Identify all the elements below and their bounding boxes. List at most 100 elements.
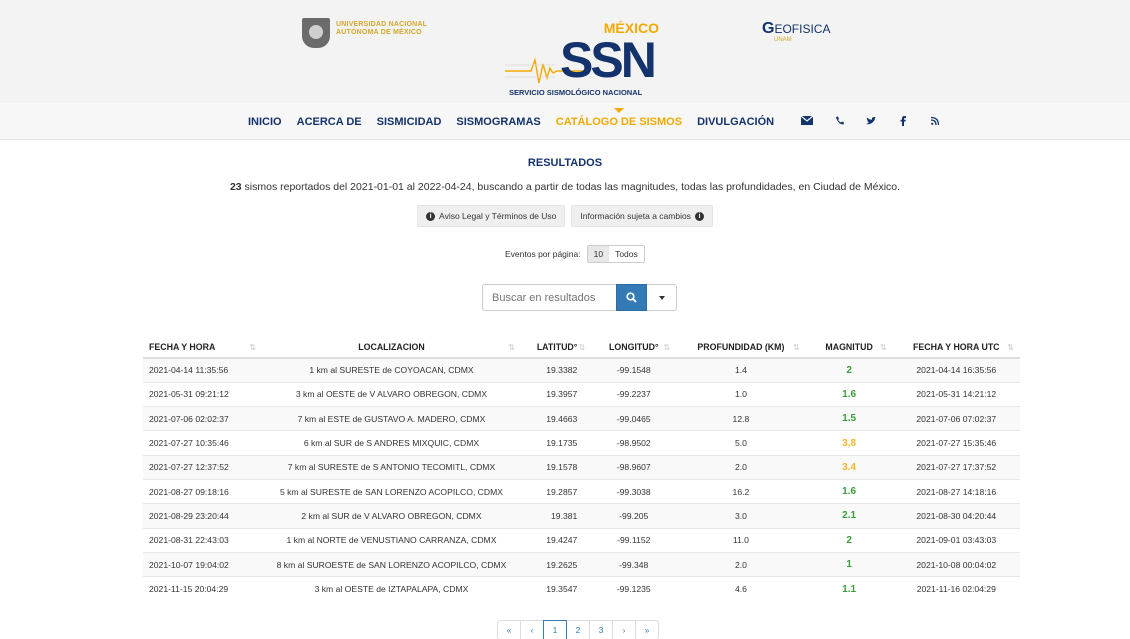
info-changes-label: Información sujeta a cambios xyxy=(580,211,691,221)
cell-localizacion: 1 km al NORTE de VENUSTIANO CARRANZA, CD… xyxy=(262,527,521,553)
pagination-page-2[interactable]: 2 xyxy=(566,620,590,639)
nav-sismogramas[interactable]: SISMOGRAMAS xyxy=(456,116,540,128)
nav-inicio[interactable]: INICIO xyxy=(248,116,282,128)
cell-latitud: 19.1578 xyxy=(520,454,592,480)
cell-latitud: 19.381 xyxy=(520,503,592,529)
cell-magnitud: 1.6 xyxy=(805,381,893,407)
cell-latitud: 19.3957 xyxy=(520,381,592,407)
nav-acerca-de[interactable]: ACERCA DE xyxy=(297,116,362,128)
facebook-icon[interactable] xyxy=(897,115,909,129)
pagination-next-button[interactable]: › xyxy=(612,620,636,639)
cell-magnitud: 1.1 xyxy=(805,576,893,601)
pagination-first-button[interactable]: « xyxy=(497,620,521,639)
ssn-logo[interactable]: MÉXICO SSN SERVICIO SISMOLÓGICO NACIONAL xyxy=(505,20,665,102)
cell-fecha-hora: 2021-07-06 02:02:37 xyxy=(143,406,263,431)
col-magnitud[interactable]: MAGNITUD ⇅ xyxy=(805,337,893,359)
cell-localizacion: 5 km al SURESTE de SAN LORENZO ACOPILCO,… xyxy=(262,478,521,504)
unam-logo[interactable]: UNIVERSIDAD NACIONAL AUTÓNOMA DE MÉXICO xyxy=(302,18,427,48)
pagination-page-1[interactable]: 1 xyxy=(543,620,567,639)
cell-magnitud: 3.8 xyxy=(805,430,893,456)
cell-localizacion: 3 km al OESTE de IZTAPALAPA, CDMX xyxy=(262,576,521,601)
pagination-last-button[interactable]: » xyxy=(635,620,659,639)
table-row: 2021-07-06 02:02:37 7 km al ESTE de GUSTA… xyxy=(143,406,1020,431)
cell-localizacion: 7 km al SURESTE de S ANTONIO TECOMITL, C… xyxy=(262,454,521,480)
results-count: 23 xyxy=(229,181,242,193)
cell-localizacion: 6 km al SUR de S ANDRES MIXQUIC, CDMX xyxy=(262,430,521,456)
cell-fecha-hora-utc: 2021-09-01 03:43:03 xyxy=(892,527,1020,553)
unam-crest-icon xyxy=(302,18,330,48)
cell-fecha-hora: 2021-08-27 09:18:16 xyxy=(143,478,263,504)
notice-buttons: i Aviso Legal y Términos de Uso Informac… xyxy=(0,205,1130,227)
per-page-all-button[interactable]: Todos xyxy=(609,246,644,262)
per-page-10-button[interactable]: 10 xyxy=(587,246,610,262)
col-localizacion[interactable]: LOCALIZACION ⇅ xyxy=(262,337,521,359)
col-longitud[interactable]: LONGITUD° ⇅ xyxy=(591,337,677,359)
rss-icon[interactable] xyxy=(929,116,941,128)
results-summary-text: sismos reportados del 2021-01-01 al 2022… xyxy=(241,181,901,193)
cell-magnitud: 1.6 xyxy=(805,478,893,504)
info-changes-button[interactable]: Información sujeta a cambios i xyxy=(571,205,713,227)
per-page-label: Eventos por página: xyxy=(505,249,581,259)
cell-fecha-hora-utc: 2021-04-14 16:35:56 xyxy=(892,357,1020,383)
col-latitud[interactable]: LATITUD° ⇅ xyxy=(520,337,592,359)
cell-profundidad: 11.0 xyxy=(676,527,806,553)
twitter-icon[interactable] xyxy=(865,116,877,128)
cell-latitud: 19.4663 xyxy=(520,406,592,431)
col-fecha-hora-utc[interactable]: FECHA Y HORA UTC ⇅ xyxy=(892,337,1020,359)
table-row: 2021-07-27 10:35:46 6 km al SUR de S ANDR… xyxy=(143,430,1020,456)
cell-localizacion: 7 km al ESTE de GUSTAVO A. MADERO, CDMX xyxy=(262,406,521,431)
table-row: 2021-07-27 12:37:52 7 km al SURESTE de S … xyxy=(143,454,1020,480)
cell-profundidad: 5.0 xyxy=(676,430,806,456)
sort-icon: ⇅ xyxy=(578,343,586,352)
table-body: 2021-04-14 11:35:56 1 km al SURESTE de CO… xyxy=(143,357,1020,601)
cell-profundidad: 2.0 xyxy=(676,551,806,577)
cell-longitud: -98.9502 xyxy=(591,430,677,456)
phone-icon[interactable] xyxy=(833,116,845,128)
pagination-page-3[interactable]: 3 xyxy=(589,620,613,639)
info-icon: i xyxy=(694,211,704,221)
cell-fecha-hora: 2021-07-27 12:37:52 xyxy=(143,454,263,480)
sort-icon: ⇅ xyxy=(792,343,800,352)
site-header: UNIVERSIDAD NACIONAL AUTÓNOMA DE MÉXICO … xyxy=(0,0,1130,140)
per-page-options: 10 Todos xyxy=(586,245,645,263)
cell-latitud: 19.3547 xyxy=(520,576,592,601)
cell-fecha-hora: 2021-11-15 20:04:29 xyxy=(143,576,263,601)
ssn-wordmark: SSN xyxy=(560,32,657,88)
col-fecha-hora[interactable]: FECHA Y HORA ⇅ xyxy=(143,337,263,359)
cell-fecha-hora-utc: 2021-07-27 15:35:46 xyxy=(892,430,1020,456)
cell-localizacion: 3 km al OESTE de V ALVARO OBREGON, CDMX xyxy=(262,381,521,407)
geofisica-unam: UNAM xyxy=(774,37,792,43)
nav-divulgacion[interactable]: DIVULGACIÓN xyxy=(697,116,774,128)
cell-fecha-hora-utc: 2021-10-08 00:04:02 xyxy=(892,551,1020,577)
search-input[interactable] xyxy=(482,284,616,311)
table-row: 2021-08-27 09:18:16 5 km al SURESTE de SA… xyxy=(143,478,1020,504)
cell-profundidad: 12.8 xyxy=(676,406,806,431)
search-icon xyxy=(626,292,637,303)
unam-name-line2: AUTÓNOMA DE MÉXICO xyxy=(336,29,422,36)
nav-sismicidad[interactable]: SISMICIDAD xyxy=(377,116,442,128)
table-header-row: FECHA Y HORA ⇅ LOCALIZACION ⇅ LATITUD° ⇅ LO… xyxy=(143,337,1020,359)
cell-localizacion: 1 km al SURESTE de COYOACAN, CDMX xyxy=(262,357,521,383)
cell-magnitud: 3.4 xyxy=(805,454,893,480)
sort-icon: ⇅ xyxy=(508,343,515,352)
cell-latitud: 19.2625 xyxy=(520,551,592,577)
col-profundidad[interactable]: PROFUNDIDAD (KM) ⇅ xyxy=(676,337,806,359)
cell-longitud: -99.348 xyxy=(591,551,677,577)
cell-localizacion: 2 km al SUR de V ALVARO OBREGON, CDMX xyxy=(262,503,521,529)
cell-longitud: -99.1235 xyxy=(591,576,677,601)
pagination-prev-button[interactable]: ‹ xyxy=(520,620,544,639)
results-search xyxy=(482,284,677,311)
info-icon: i xyxy=(426,211,436,221)
nav-catalogo-de-sismos[interactable]: CATÁLOGO DE SISMOS xyxy=(556,108,682,128)
cell-longitud: -99.2237 xyxy=(591,381,677,407)
cell-longitud: -99.0465 xyxy=(591,406,677,431)
cell-profundidad: 3.0 xyxy=(676,503,806,529)
search-button[interactable] xyxy=(616,284,647,311)
cell-profundidad: 4.6 xyxy=(676,576,806,601)
cell-profundidad: 16.2 xyxy=(676,478,806,504)
geofisica-logo[interactable]: GEOFISICA UNAM xyxy=(762,20,830,43)
envelope-icon[interactable] xyxy=(800,115,814,128)
legal-terms-button[interactable]: i Aviso Legal y Términos de Uso xyxy=(417,205,566,227)
search-options-dropdown[interactable] xyxy=(647,284,677,311)
table-row: 2021-08-31 22:43:03 1 km al NORTE de VENU… xyxy=(143,527,1020,553)
